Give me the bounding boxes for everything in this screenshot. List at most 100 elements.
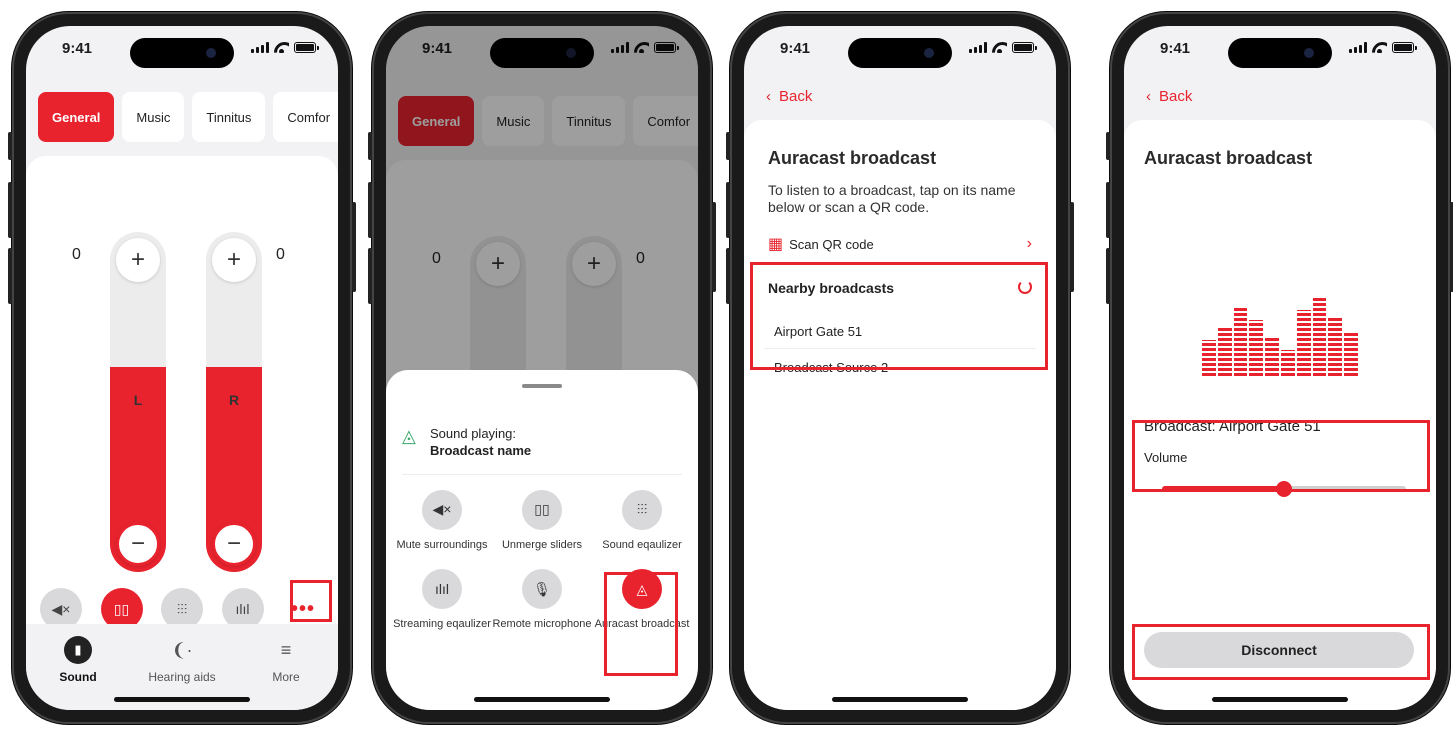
option-label: Mute surroundings: [396, 539, 488, 551]
option-remote-microphone[interactable]: 🎙 Remote microphone: [492, 569, 592, 632]
right-volume-value: 0: [276, 246, 285, 263]
dynamic-island: [848, 38, 952, 68]
sheet-grabber[interactable]: [522, 384, 562, 388]
wifi-icon: [1372, 42, 1387, 53]
back-button[interactable]: ‹ Back: [766, 88, 812, 105]
option-label: Unmerge sliders: [501, 539, 583, 551]
now-playing: ◬ Sound playing: Broadcast name: [402, 426, 682, 475]
screen: 9:41 ‹ Back Auracast broadcast To listen…: [744, 26, 1056, 710]
qr-code-icon: ▦: [768, 236, 784, 253]
right-volume-slider[interactable]: R + −: [206, 232, 262, 572]
status-time: 9:41: [1160, 40, 1191, 57]
chevron-right-icon: ›: [1026, 235, 1032, 252]
streaming-equalizer-icon: ılıl: [422, 569, 462, 610]
tab-comfort[interactable]: Comfor: [273, 92, 338, 142]
right-plus-button[interactable]: +: [212, 238, 256, 282]
dynamic-island: [130, 38, 234, 68]
phone-auracast-list: 9:41 ‹ Back Auracast broadcast To listen…: [726, 12, 1074, 724]
mute-icon: ◀×: [422, 490, 462, 530]
home-indicator: [832, 697, 968, 702]
screen: 9:41 General Music Tinnitus Comfor 0 L +…: [26, 26, 338, 710]
left-plus-button[interactable]: +: [116, 238, 160, 282]
nav-sound-label: Sound: [59, 670, 97, 684]
signal-icon: [1349, 42, 1367, 53]
screen: 9:41 ‹ Back Auracast broadcast Broadcast…: [1124, 26, 1436, 710]
option-label: Streaming eqaulizer: [393, 618, 491, 631]
option-label: Sound eqaulizer: [602, 539, 682, 551]
wifi-icon: [274, 42, 289, 53]
broadcast-item-airport-gate[interactable]: Airport Gate 51: [774, 324, 1026, 339]
broadcast-item-source-2[interactable]: Broadcast Source 2: [774, 360, 1026, 375]
volume-panel: 0 L + − R + − 0: [26, 156, 338, 624]
sliders-icon: ▯▯: [522, 490, 562, 530]
auracast-icon: ◬: [402, 426, 416, 446]
back-button[interactable]: ‹ Back: [1146, 88, 1192, 105]
battery-icon: [1012, 42, 1037, 53]
signal-icon: [969, 42, 987, 53]
option-label: Auracast broadcast: [594, 618, 690, 631]
more-options-sheet: ◬ Sound playing: Broadcast name ◀× Mute …: [386, 370, 698, 710]
dynamic-island: [1228, 38, 1332, 68]
audio-visualizer-icon: [1202, 296, 1358, 376]
left-minus-button[interactable]: −: [116, 522, 160, 566]
program-tabs: General Music Tinnitus Comfor: [38, 92, 338, 142]
hearing-aid-icon: ❨·: [171, 639, 193, 660]
options-grid: ◀× Mute surroundings ▯▯ Unmerge sliders …: [392, 490, 692, 633]
broadcast-name: Broadcast name: [430, 443, 532, 458]
signal-icon: [251, 42, 269, 53]
page-title: Auracast broadcast: [768, 148, 937, 168]
back-label: Back: [779, 88, 813, 105]
scan-qr-label: Scan QR code: [789, 237, 874, 252]
option-mute-surroundings[interactable]: ◀× Mute surroundings: [392, 490, 492, 553]
phone-more-sheet: 9:41 General Music Tinnitus Comfor 0 + +…: [368, 12, 716, 724]
hearing-aid-remote-icon: ▮: [64, 636, 92, 664]
connected-broadcast-label: Broadcast: Airport Gate 51: [1144, 418, 1321, 435]
auracast-card: Auracast broadcast To listen to a broadc…: [744, 120, 1056, 710]
sound-playing-label: Sound playing:: [430, 426, 517, 441]
volume-slider[interactable]: [1162, 481, 1406, 497]
right-minus-button[interactable]: −: [212, 522, 256, 566]
right-letter: R: [228, 392, 240, 408]
phone-sound-screen: 9:41 General Music Tinnitus Comfor 0 L +…: [8, 12, 356, 724]
tab-tinnitus[interactable]: Tinnitus: [192, 92, 266, 142]
nearby-title: Nearby broadcasts: [768, 280, 895, 296]
tab-general[interactable]: General: [38, 92, 115, 142]
left-volume-slider[interactable]: L + −: [110, 232, 166, 572]
tab-music[interactable]: Music: [122, 92, 185, 142]
microphone-icon: 🎙: [522, 569, 562, 610]
option-unmerge-sliders[interactable]: ▯▯ Unmerge sliders: [492, 490, 592, 553]
wifi-icon: [992, 42, 1007, 53]
option-streaming-equalizer[interactable]: ılıl Streaming eqaulizer: [392, 569, 492, 632]
option-sound-equalizer[interactable]: ⫶⫶⫶ Sound eqaulizer: [592, 490, 692, 553]
disconnect-button[interactable]: Disconnect: [1144, 632, 1414, 668]
nav-more[interactable]: ≡ More: [241, 636, 331, 710]
auracast-icon: ◬: [622, 569, 662, 610]
nav-more-label: More: [272, 670, 300, 684]
back-label: Back: [1159, 88, 1193, 105]
equalizer-icon: ⫶⫶⫶: [622, 490, 662, 530]
chevron-left-icon: ‹: [766, 88, 771, 105]
divider: [764, 348, 1036, 349]
chevron-left-icon: ‹: [1146, 88, 1151, 105]
status-time: 9:41: [780, 40, 811, 57]
home-indicator: [474, 697, 610, 702]
home-indicator: [1212, 697, 1348, 702]
scan-qr-row[interactable]: ▦ Scan QR code ›: [768, 234, 1032, 254]
instructions: To listen to a broadcast, tap on its nam…: [768, 182, 1016, 215]
nearby-header: Nearby broadcasts: [768, 280, 1032, 296]
nav-sound[interactable]: ▮ Sound: [33, 636, 123, 710]
left-volume-value: 0: [72, 246, 81, 263]
volume-thumb[interactable]: [1276, 481, 1292, 497]
volume-label: Volume: [1144, 450, 1188, 465]
page-title: Auracast broadcast: [1144, 148, 1313, 168]
phone-auracast-connected: 9:41 ‹ Back Auracast broadcast Broadcast…: [1106, 12, 1453, 724]
status-time: 9:41: [62, 40, 93, 57]
home-indicator: [114, 697, 250, 702]
auracast-card: Auracast broadcast Broadcast: Airport Ga…: [1124, 120, 1436, 710]
menu-icon: ≡: [280, 639, 292, 660]
loading-spinner-icon: [1018, 280, 1032, 294]
battery-icon: [1392, 42, 1417, 53]
option-auracast-broadcast[interactable]: ◬ Auracast broadcast: [592, 569, 692, 632]
option-label: Remote microphone: [492, 618, 592, 631]
battery-icon: [294, 42, 319, 53]
